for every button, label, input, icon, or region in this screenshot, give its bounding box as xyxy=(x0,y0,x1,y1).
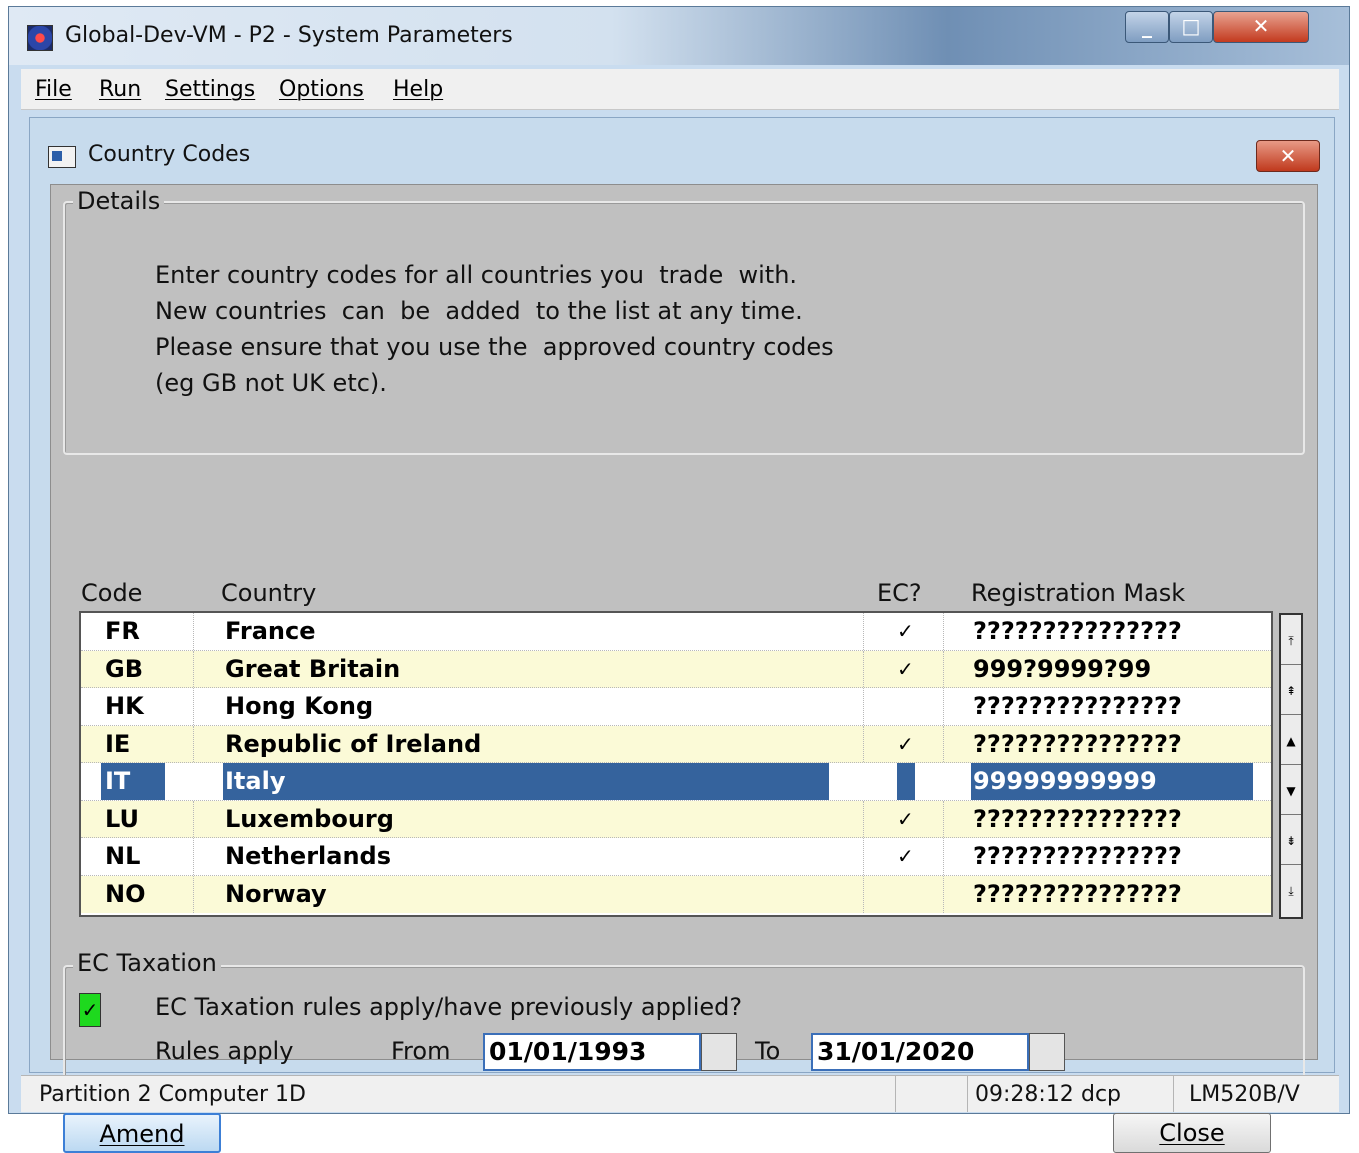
cell-ec: ✓ xyxy=(897,619,914,643)
column-header-registration-mask[interactable]: Registration Mask xyxy=(971,579,1185,607)
ec-taxation-checkbox[interactable]: ✓ xyxy=(79,993,101,1027)
cell-mask: ??????????????? xyxy=(973,692,1182,720)
details-group xyxy=(63,201,1305,455)
cell-ec: ✓ xyxy=(897,731,914,756)
cell-country: Netherlands xyxy=(225,842,392,870)
close-button[interactable]: Close xyxy=(1113,1113,1271,1153)
details-line-3: Please ensure that you use the approved … xyxy=(155,333,834,361)
cell-code: GB xyxy=(105,654,143,683)
scroll-page-up-icon[interactable]: ⇞ xyxy=(1281,667,1301,715)
cell-code: NO xyxy=(105,879,146,908)
cell-mask: ??????????????? xyxy=(973,842,1182,870)
cell-code: IT xyxy=(101,763,165,800)
cell-mask: ??????????????? xyxy=(973,804,1182,833)
status-time: 09:28:12 xyxy=(975,1082,1074,1107)
ec-taxation-checkbox-label: EC Taxation rules apply/have previously … xyxy=(155,993,743,1021)
cell-mask: ??????????????? xyxy=(973,617,1182,645)
maximize-button[interactable]: □ xyxy=(1169,11,1213,43)
table-row[interactable]: HK Hong Kong ??????????????? xyxy=(81,688,1271,726)
from-date-field[interactable]: 01/01/1993 xyxy=(483,1033,701,1071)
cell-code: LU xyxy=(105,804,139,833)
cell-country: Norway xyxy=(225,879,327,908)
cell-country: Hong Kong xyxy=(225,692,374,720)
status-partition: Partition 2 Computer 1D xyxy=(39,1082,306,1107)
scroll-up-icon[interactable]: ▲ xyxy=(1281,717,1301,765)
country-codes-dialog: Country Codes ✕ Details Enter country co… xyxy=(29,117,1335,1153)
main-window: Global-Dev-VM - P2 - System Parameters _… xyxy=(8,6,1350,1153)
dialog-window-icon xyxy=(48,146,76,168)
cell-mask: 99999999999 xyxy=(971,763,1253,800)
menu-settings[interactable]: Settings xyxy=(165,77,255,102)
table-row[interactable]: NL Netherlands ✓ ??????????????? xyxy=(81,838,1271,876)
table-row[interactable]: LU Luxembourg ✓ ??????????????? xyxy=(81,800,1271,838)
cell-country: Republic of Ireland xyxy=(225,729,482,758)
status-bar: Partition 2 Computer 1D 09:28:12 dcp LM5… xyxy=(21,1075,1339,1112)
cell-ec: ✓ xyxy=(897,806,914,831)
scroll-down-icon[interactable]: ▼ xyxy=(1281,767,1301,815)
window-close-button[interactable]: ✕ xyxy=(1213,11,1309,43)
dialog-close-icon[interactable]: ✕ xyxy=(1256,140,1320,172)
table-row[interactable]: NO Norway ??????????????? xyxy=(81,875,1271,913)
country-codes-table: FR France ✓ ??????????????? GB Great Bri… xyxy=(79,611,1273,917)
cell-mask: ??????????????? xyxy=(973,879,1182,908)
table-scrollbar[interactable]: ⤒ ⇞ ▲ ▼ ⇟ ⤓ xyxy=(1279,613,1303,919)
scroll-page-down-icon[interactable]: ⇟ xyxy=(1281,817,1301,865)
cell-country: Italy xyxy=(223,763,829,800)
cell-code: NL xyxy=(105,842,141,870)
dialog-title: Country Codes xyxy=(88,142,251,167)
to-date-picker-button[interactable] xyxy=(1029,1033,1065,1071)
menu-run[interactable]: Run xyxy=(99,77,141,102)
table-row[interactable]: IE Republic of Ireland ✓ ??????????????? xyxy=(81,725,1271,763)
details-group-label: Details xyxy=(73,187,165,215)
menu-options[interactable]: Options xyxy=(279,77,364,102)
cell-code: HK xyxy=(105,692,144,720)
cell-country: Luxembourg xyxy=(225,804,394,833)
cell-mask: 999?9999?99 xyxy=(973,654,1152,683)
cell-country: France xyxy=(225,617,316,645)
table-row[interactable]: FR France ✓ ??????????????? xyxy=(81,613,1271,651)
cell-ec: ✓ xyxy=(897,656,914,681)
cell-code: FR xyxy=(105,617,140,645)
ec-taxation-group-label: EC Taxation xyxy=(73,949,221,977)
cell-country: Great Britain xyxy=(225,654,401,683)
table-row-selected[interactable]: IT Italy 99999999999 xyxy=(81,763,1271,801)
window-title: Global-Dev-VM - P2 - System Parameters xyxy=(65,23,513,48)
amend-button[interactable]: Amend xyxy=(63,1113,221,1153)
cell-code: IE xyxy=(105,729,131,758)
status-code: LM520B/V xyxy=(1189,1082,1300,1107)
status-user: dcp xyxy=(1081,1082,1122,1107)
from-date-picker-button[interactable] xyxy=(701,1033,737,1071)
cell-ec xyxy=(897,763,915,800)
cell-mask: ??????????????? xyxy=(973,729,1182,758)
dialog-panel: Details Enter country codes for all coun… xyxy=(50,184,1318,1153)
to-label: To xyxy=(755,1037,781,1065)
menu-bar: File Run Settings Options Help xyxy=(21,69,1339,110)
rules-apply-label: Rules apply xyxy=(155,1037,294,1065)
column-header-code[interactable]: Code xyxy=(81,579,142,607)
menu-help[interactable]: Help xyxy=(393,77,443,102)
column-header-ec[interactable]: EC? xyxy=(877,579,922,607)
details-line-2: New countries can be added to the list a… xyxy=(155,297,803,325)
app-icon xyxy=(27,25,53,51)
scroll-top-icon[interactable]: ⤒ xyxy=(1281,617,1301,665)
details-line-4: (eg GB not UK etc). xyxy=(155,369,387,397)
minimize-button[interactable]: _ xyxy=(1125,11,1169,43)
column-header-country[interactable]: Country xyxy=(221,579,316,607)
details-line-1: Enter country codes for all countries yo… xyxy=(155,261,798,289)
table-row[interactable]: GB Great Britain ✓ 999?9999?99 xyxy=(81,650,1271,688)
from-label: From xyxy=(391,1037,451,1065)
title-bar[interactable]: Global-Dev-VM - P2 - System Parameters _… xyxy=(9,7,1349,65)
menu-file[interactable]: File xyxy=(35,77,72,102)
cell-ec: ✓ xyxy=(897,844,914,868)
to-date-field[interactable]: 31/01/2020 xyxy=(811,1033,1029,1071)
scroll-bottom-icon[interactable]: ⤓ xyxy=(1281,867,1301,915)
